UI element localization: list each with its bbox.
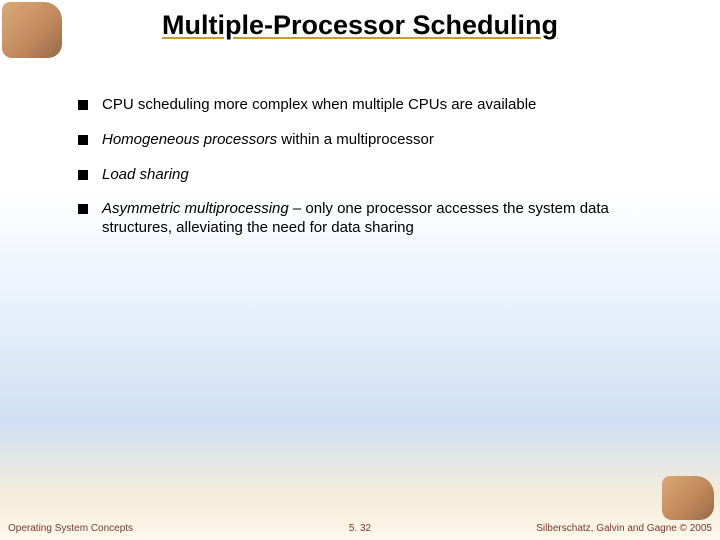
bullet-square-icon — [78, 100, 88, 110]
bullet-square-icon — [78, 170, 88, 180]
bullet-text: Homogeneous processors within a multipro… — [102, 131, 660, 150]
slide-body: CPU scheduling more complex when multipl… — [78, 96, 660, 254]
footer-page-number: 5. 32 — [349, 523, 371, 534]
list-item: Homogeneous processors within a multipro… — [78, 131, 660, 150]
bullet-square-icon — [78, 204, 88, 214]
bullet-square-icon — [78, 135, 88, 145]
list-item: CPU scheduling more complex when multipl… — [78, 96, 660, 115]
slide-title: Multiple-Processor Scheduling — [0, 10, 720, 41]
corner-illustration-bottom-right — [662, 476, 714, 520]
bullet-text: CPU scheduling more complex when multipl… — [102, 96, 660, 115]
list-item: Load sharing — [78, 166, 660, 185]
list-item: Asymmetric multiprocessing – only one pr… — [78, 200, 660, 238]
footer-copyright: Silberschatz, Galvin and Gagne © 2005 — [536, 523, 712, 534]
footer-left-text: Operating System Concepts — [8, 523, 133, 534]
bullet-text: Asymmetric multiprocessing – only one pr… — [102, 200, 660, 238]
bullet-text: Load sharing — [102, 166, 660, 185]
slide-footer: Operating System Concepts 5. 32 Silbersc… — [0, 518, 720, 534]
